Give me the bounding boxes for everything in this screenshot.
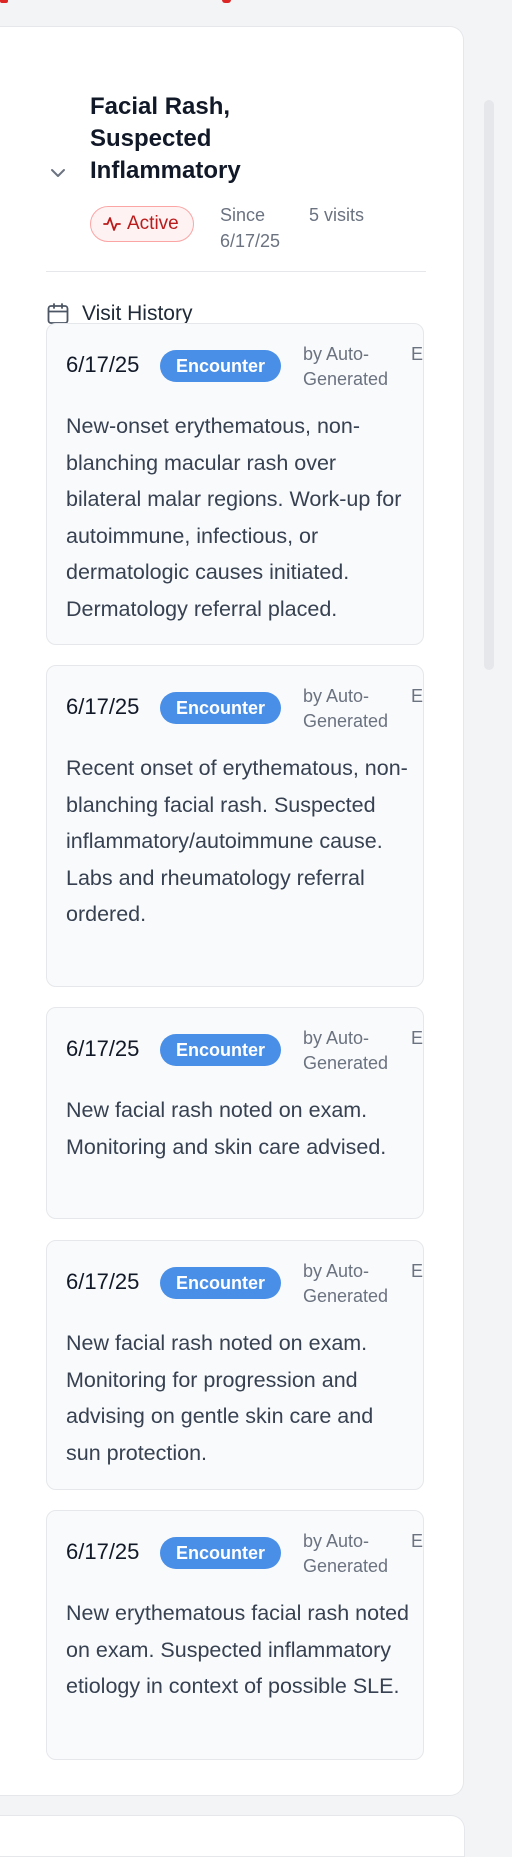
visit-author: by Auto-Generated: [303, 1261, 389, 1306]
visit-card[interactable]: 6/17/25 Encounter by Auto-Generated Enco…: [46, 1510, 424, 1760]
visit-card[interactable]: 6/17/25 Encounter by Auto-Generated Enco…: [46, 1240, 424, 1490]
visit-date: 6/17/25: [66, 1036, 140, 1061]
encounter-badge: Encounter: [160, 1537, 282, 1569]
visit-note: Recent onset of erythematous, non-blanch…: [66, 756, 408, 926]
status-label: Active: [127, 213, 179, 234]
visit-date: 6/17/25: [66, 352, 140, 377]
visit-author: by Auto-Generated: [303, 1531, 389, 1576]
problem-panel: Facial Rash, Suspected Inflammatory Acti…: [0, 26, 464, 1796]
scrollbar-thumb[interactable]: [484, 100, 494, 670]
status-badge: Active: [90, 206, 194, 242]
encounter-badge: Encounter: [160, 1267, 282, 1299]
visit-note: New facial rash noted on exam. Monitorin…: [66, 1098, 387, 1159]
chevron-down-icon[interactable]: [48, 163, 68, 183]
visit-note: New facial rash noted on exam. Monitorin…: [66, 1331, 374, 1465]
visit-note: New-onset erythematous, non-blanching ma…: [66, 414, 402, 621]
next-problem-panel[interactable]: [0, 1815, 465, 1857]
visit-date: 6/17/25: [66, 694, 140, 719]
problem-meta: Active Since 6/17/25 5 visits: [90, 202, 450, 251]
visit-author: by Auto-Generated: [303, 1028, 389, 1073]
activity-icon: [103, 217, 121, 231]
problem-title: Facial Rash, Suspected Inflammatory: [90, 93, 241, 184]
encounter-badge: Encounter: [160, 350, 282, 382]
visit-author: by Auto-Generated: [303, 686, 389, 731]
encounter-ref: Encounter #178: [411, 1261, 424, 1281]
divider: [46, 271, 426, 272]
encounter-ref: Encounter #178: [411, 1531, 424, 1551]
visit-author: by Auto-Generated: [303, 344, 389, 389]
visit-card[interactable]: 6/17/25 Encounter by Auto-Generated Enco…: [46, 665, 424, 987]
visit-card[interactable]: 6/17/25 Encounter by Auto-Generated Enco…: [46, 1007, 424, 1219]
encounter-ref: Encounter #178: [411, 344, 424, 364]
visit-date: 6/17/25: [66, 1539, 140, 1564]
visit-card[interactable]: 6/17/25 Encounter by Auto-Generated Enco…: [46, 323, 424, 645]
top-accent-mark: [0, 0, 8, 3]
encounter-badge: Encounter: [160, 692, 282, 724]
visit-date: 6/17/25: [66, 1269, 140, 1294]
encounter-badge: Encounter: [160, 1034, 282, 1066]
encounter-ref: Encounter #178: [411, 686, 424, 706]
encounter-ref: Encounter #178: [411, 1028, 424, 1048]
since-date: Since 6/17/25: [220, 205, 281, 251]
visit-count: 5 visits: [309, 205, 365, 225]
visit-note: New erythematous facial rash noted on ex…: [66, 1601, 409, 1698]
top-accent-mark: [222, 0, 231, 3]
